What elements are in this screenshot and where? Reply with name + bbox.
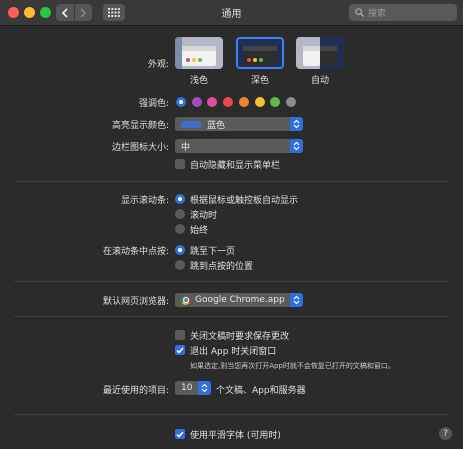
title-bar: 通用 搜索 xyxy=(0,0,463,26)
appearance-auto-label: 自动 xyxy=(310,76,329,86)
accent-color-green[interactable] xyxy=(270,97,281,107)
separator xyxy=(14,281,448,282)
accent-label: 强调色: xyxy=(138,99,169,109)
font-smoothing-checkbox[interactable] xyxy=(175,429,185,439)
popup-arrows-icon xyxy=(290,293,303,307)
appearance-label: 外观: xyxy=(147,60,169,70)
checkmark-icon xyxy=(176,347,184,354)
accent-color-red[interactable] xyxy=(223,97,234,107)
click-scroll-label: 在滚动条中点按: xyxy=(102,247,169,257)
separator xyxy=(14,316,448,317)
highlight-color-popup[interactable]: 蓝色 xyxy=(175,117,303,131)
accent-color-blue[interactable] xyxy=(176,97,186,107)
highlight-value: 蓝色 xyxy=(207,120,226,131)
scroll-auto-radio[interactable] xyxy=(175,194,185,204)
menu-bar-checkbox[interactable] xyxy=(175,159,185,169)
ask-save-label: 关闭文稿时要求保存更改 xyxy=(190,332,290,342)
search-placeholder: 搜索 xyxy=(368,9,387,19)
appearance-light-label: 浅色 xyxy=(189,76,208,86)
browser-label: 默认网页浏览器: xyxy=(102,297,169,307)
scroll-always-label: 始终 xyxy=(190,226,209,236)
popup-arrows-icon xyxy=(290,139,303,153)
highlight-label: 高亮显示颜色: xyxy=(111,121,169,131)
jump-clicked-spot-radio[interactable] xyxy=(175,260,185,270)
accent-color-pink[interactable] xyxy=(207,97,218,107)
scroll-always-radio[interactable] xyxy=(175,224,185,234)
appearance-dark-label: 深色 xyxy=(250,76,269,86)
highlight-swatch xyxy=(181,120,201,128)
popup-arrows-icon xyxy=(198,381,211,395)
light-preview xyxy=(182,46,216,66)
recent-items-value: 10 xyxy=(181,383,193,393)
scroll-bars-label: 显示滚动条: xyxy=(120,196,169,206)
sidebar-icon-value: 中 xyxy=(181,142,191,153)
menu-bar-label: 自动隐藏和显示菜单栏 xyxy=(190,161,281,171)
sidebar-icon-label: 边栏图标大小: xyxy=(111,143,169,153)
separator xyxy=(14,414,448,415)
recent-items-label: 最近使用的项目: xyxy=(102,386,169,396)
auto-preview-dark xyxy=(320,46,337,66)
browser-value: Google Chrome.app xyxy=(195,295,285,305)
appearance-dark-option[interactable] xyxy=(236,37,284,69)
help-button[interactable]: ? xyxy=(439,427,452,440)
checkmark-icon xyxy=(176,431,184,438)
default-browser-popup[interactable]: Google Chrome.app xyxy=(175,293,303,307)
scroll-auto-label: 根据鼠标或触控板自动显示 xyxy=(190,196,299,206)
scroll-when-scrolling-radio[interactable] xyxy=(175,209,185,219)
accent-color-graphite[interactable] xyxy=(285,97,296,107)
appearance-auto-option[interactable] xyxy=(296,37,344,69)
jump-next-page-label: 跳至下一页 xyxy=(190,247,236,257)
accent-color-yellow[interactable] xyxy=(254,97,265,107)
separator xyxy=(14,181,448,182)
accent-color-purple[interactable] xyxy=(191,97,202,107)
popup-arrows-icon xyxy=(290,117,303,131)
jump-clicked-spot-label: 跳到点按的位置 xyxy=(190,262,254,272)
dark-preview xyxy=(243,46,277,66)
close-windows-note: 如果选定,则当您再次打开App时就不会恢复已打开的文稿和窗口。 xyxy=(190,362,395,370)
ask-save-checkbox[interactable] xyxy=(175,330,185,340)
system-preferences-window: 通用 搜索 外观: 浅色 深色 自动 强调色: 高亮显示颜色: 蓝色 边栏图标大… xyxy=(0,0,463,449)
jump-next-page-radio[interactable] xyxy=(175,245,185,255)
recent-items-suffix: 个文稿、App和服务器 xyxy=(216,386,306,396)
chrome-icon xyxy=(181,295,190,305)
accent-color-orange[interactable] xyxy=(238,97,249,107)
appearance-light-option[interactable] xyxy=(175,37,223,69)
sidebar-icon-size-popup[interactable]: 中 xyxy=(175,139,303,153)
auto-preview-light xyxy=(303,46,320,66)
search-field[interactable]: 搜索 xyxy=(349,4,457,21)
close-windows-checkbox[interactable] xyxy=(175,345,185,355)
close-windows-label: 退出 App 时关闭窗口 xyxy=(190,347,277,357)
search-icon xyxy=(355,8,364,17)
recent-items-popup[interactable]: 10 xyxy=(175,381,211,395)
scroll-when-scrolling-label: 滚动时 xyxy=(190,211,218,221)
font-smoothing-label: 使用平滑字体 (可用时) xyxy=(190,431,281,441)
